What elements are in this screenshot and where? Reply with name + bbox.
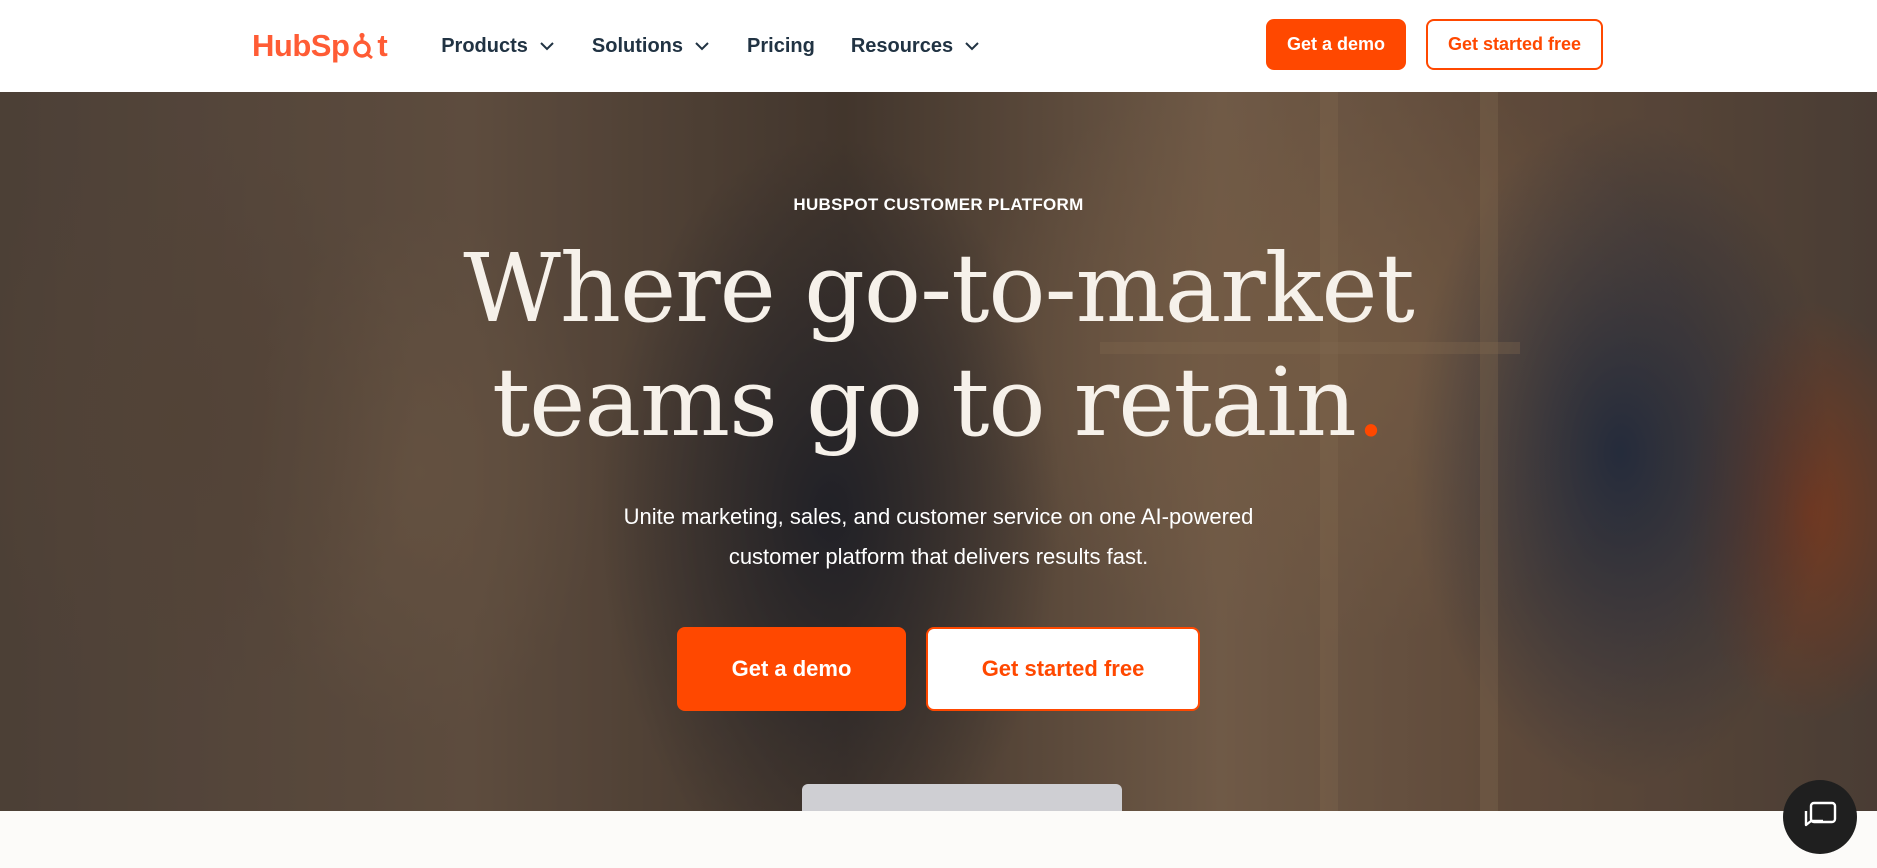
hero-eyebrow: HUBSPOT CUSTOMER PLATFORM <box>793 195 1084 214</box>
nav-solutions-label: Solutions <box>591 34 684 57</box>
nav-pricing-label: Pricing <box>747 34 815 57</box>
header-get-started-free-button[interactable]: Get started free <box>1426 19 1603 70</box>
logo-text-hub: Hub <box>252 28 311 63</box>
nav-solutions[interactable]: Solutions <box>592 35 711 58</box>
logo-text-sp: Sp <box>310 28 350 63</box>
headline-line-1: Where go-to-market <box>463 234 1415 344</box>
headline-dot: . <box>1355 348 1386 458</box>
headline-line-2: teams go to retain <box>491 348 1357 458</box>
chevron-down-icon <box>695 42 709 51</box>
nav-resources[interactable]: Resources <box>851 35 981 58</box>
nav-products-label: Products <box>441 34 528 57</box>
nav-pricing[interactable]: Pricing <box>747 35 815 58</box>
hero-headline: Where go-to-market teams go to retain. <box>0 232 1877 460</box>
hero-content: HUBSPOT CUSTOMER PLATFORM Where go-to-ma… <box>0 92 1877 811</box>
subhead-line-1: Unite marketing, sales, and customer ser… <box>623 504 1254 529</box>
hero-subhead: Unite marketing, sales, and customer ser… <box>0 497 1877 577</box>
hero-get-started-free-button[interactable]: Get started free <box>926 627 1200 711</box>
chat-launcher-button[interactable] <box>1783 780 1857 854</box>
hubspot-logo[interactable]: Hub Sp t <box>252 28 388 64</box>
nav-resources-label: Resources <box>850 34 954 57</box>
chevron-down-icon <box>540 42 554 51</box>
hero-cta-group: Get a demo Get started free <box>0 627 1877 711</box>
chevron-down-icon <box>965 42 979 51</box>
subhead-line-2: customer platform that delivers results … <box>728 544 1149 569</box>
hero-get-demo-button[interactable]: Get a demo <box>677 627 906 711</box>
next-section-strip <box>0 811 1877 868</box>
logo-text-t: t <box>377 28 388 63</box>
sprocket-icon <box>353 32 374 60</box>
nav-products[interactable]: Products <box>441 35 556 58</box>
main-nav: Products Solutions Pricing Resources <box>441 35 1017 58</box>
header-get-demo-button[interactable]: Get a demo <box>1266 19 1406 70</box>
chat-icon <box>1804 801 1837 827</box>
header-actions: Get a demo Get started free <box>1266 19 1603 70</box>
site-header: Hub Sp t Products Solutions Pricing Resou… <box>0 0 1877 92</box>
hero-section: HUBSPOT CUSTOMER PLATFORM Where go-to-ma… <box>0 92 1877 811</box>
